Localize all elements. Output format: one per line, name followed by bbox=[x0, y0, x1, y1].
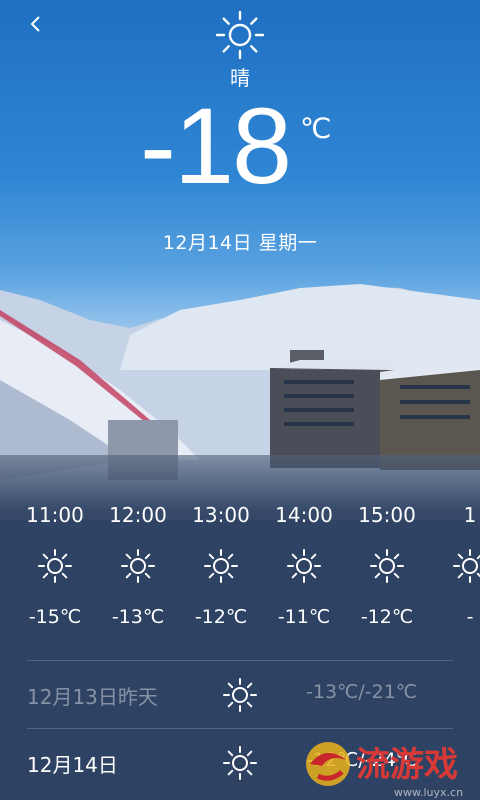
sun-icon bbox=[204, 549, 238, 583]
sun-icon bbox=[370, 549, 404, 583]
daily-date-label: 12月14日 bbox=[27, 753, 118, 777]
hourly-time: 12:00 bbox=[109, 503, 167, 527]
sun-icon bbox=[38, 549, 72, 583]
divider bbox=[27, 660, 453, 661]
sun-icon bbox=[223, 746, 257, 780]
sun-icon bbox=[223, 678, 257, 712]
hourly-item: 11:00 -15℃ bbox=[15, 500, 95, 628]
hourly-item: 14:00 -11℃ bbox=[264, 500, 344, 628]
current-date: 12月14日 星期一 bbox=[162, 232, 318, 254]
hourly-item: 13:00 -12℃ bbox=[181, 500, 261, 628]
hourly-temperature: -12℃ bbox=[194, 606, 248, 628]
hourly-item: 12:00 -13℃ bbox=[98, 500, 178, 628]
daily-date-label: 12月13日昨天 bbox=[27, 685, 158, 709]
weather-screen: 晴 -18 ℃ 12月14日 星期一 11:00 -15℃ 12:00 -13℃ 13:… bbox=[0, 0, 480, 800]
sun-icon bbox=[121, 549, 155, 583]
hourly-temperature: - bbox=[466, 606, 474, 628]
svg-text:www.luyx.cn: www.luyx.cn bbox=[394, 786, 463, 799]
watermark-logo: 流游戏 www.luyx.cn bbox=[306, 742, 463, 799]
temperature-unit: ℃ bbox=[300, 113, 332, 144]
current-temperature: -18 bbox=[140, 85, 292, 206]
sun-icon bbox=[453, 549, 480, 583]
hourly-forecast[interactable]: 11:00 -15℃ 12:00 -13℃ 13:00 -12℃ 14:00 -11℃ 15:0… bbox=[0, 500, 480, 645]
chevron-left-icon bbox=[30, 16, 40, 32]
hourly-temperature: -11℃ bbox=[277, 606, 331, 628]
back-button[interactable] bbox=[22, 10, 50, 38]
hourly-temperature: -12℃ bbox=[360, 606, 414, 628]
hourly-time: 1 bbox=[463, 503, 477, 527]
hourly-time: 11:00 bbox=[26, 503, 84, 527]
hourly-item: 15:00 -12℃ bbox=[347, 500, 427, 628]
daily-temp-range: -13℃/-21℃ bbox=[306, 681, 418, 703]
hourly-time: 13:00 bbox=[192, 503, 250, 527]
hourly-item: 1- bbox=[430, 500, 480, 628]
sun-icon bbox=[215, 10, 265, 60]
hourly-temperature: -15℃ bbox=[28, 606, 82, 628]
daily-row-yesterday: 12月13日昨天 -13℃/-21℃ bbox=[0, 673, 480, 717]
svg-text:流游戏: 流游戏 bbox=[356, 745, 458, 785]
divider bbox=[27, 728, 453, 729]
hourly-time: 14:00 bbox=[275, 503, 333, 527]
sun-icon bbox=[287, 549, 321, 583]
hourly-time: 15:00 bbox=[358, 503, 416, 527]
hourly-temperature: -13℃ bbox=[111, 606, 165, 628]
